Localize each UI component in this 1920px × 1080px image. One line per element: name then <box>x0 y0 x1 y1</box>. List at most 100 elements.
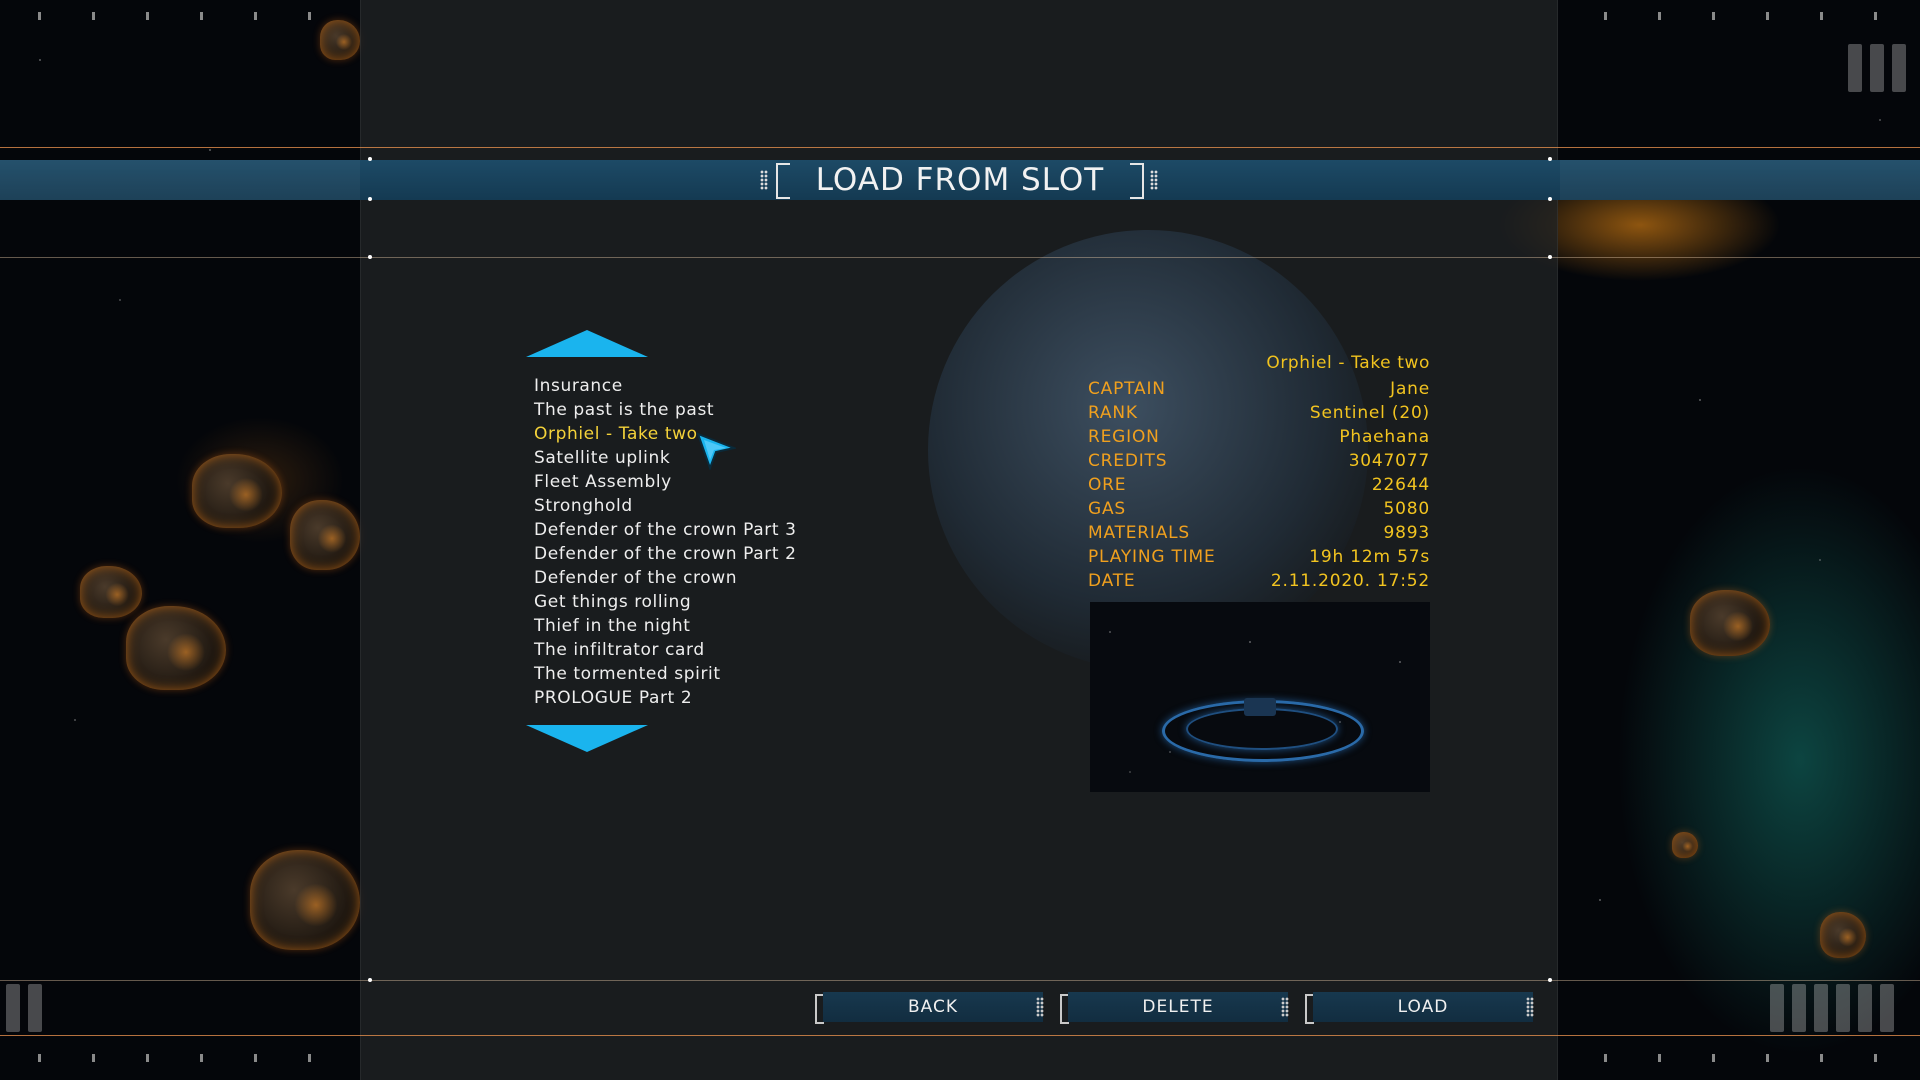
scroll-down-icon[interactable] <box>526 725 648 752</box>
save-slot[interactable]: Thief in the night <box>534 614 797 638</box>
tick-mark <box>200 12 203 20</box>
tick-mark <box>1658 1054 1661 1062</box>
detail-label: CAPTAIN <box>1088 379 1166 399</box>
corner-marker <box>1548 978 1552 982</box>
tick-mark <box>1820 1054 1823 1062</box>
side-bars-top-right <box>1848 44 1906 92</box>
tick-mark <box>38 1054 41 1062</box>
tick-mark <box>92 12 95 20</box>
save-slot[interactable]: Defender of the crown Part 2 <box>534 542 797 566</box>
asteroid <box>320 20 360 60</box>
save-slot[interactable]: Get things rolling <box>534 590 797 614</box>
tick-mark <box>1874 12 1877 20</box>
asteroid <box>1672 832 1698 858</box>
divider-line <box>0 1035 1920 1036</box>
tick-mark <box>92 1054 95 1062</box>
detail-label: RANK <box>1088 403 1138 423</box>
detail-label: GAS <box>1088 499 1126 519</box>
button-grip <box>1526 997 1534 1017</box>
side-bars-bottom-left <box>6 984 42 1032</box>
asteroid <box>290 500 360 570</box>
detail-value: 3047077 <box>1348 451 1430 471</box>
detail-row: GAS 5080 <box>1088 497 1430 521</box>
tick-mark <box>1766 1054 1769 1062</box>
station-core <box>1244 698 1276 716</box>
back-button[interactable]: BACK <box>823 992 1043 1022</box>
tick-mark <box>308 12 311 20</box>
detail-label: DATE <box>1088 571 1136 591</box>
detail-value: 2.11.2020. 17:52 <box>1270 571 1430 591</box>
tick-mark <box>1874 1054 1877 1062</box>
tick-mark <box>200 1054 203 1062</box>
detail-value: Jane <box>1390 379 1430 399</box>
save-slot[interactable]: Stronghold <box>534 494 797 518</box>
detail-value: Phaehana <box>1339 427 1430 447</box>
detail-value: 5080 <box>1383 499 1430 519</box>
save-slot[interactable]: The tormented spirit <box>534 662 797 686</box>
save-slot[interactable]: Insurance <box>534 374 797 398</box>
tick-mark <box>254 1054 257 1062</box>
button-grip <box>1281 997 1289 1017</box>
selected-save-name: Orphiel - Take two <box>1266 353 1430 373</box>
detail-row: MATERIALS 9893 <box>1088 521 1430 545</box>
save-details: CAPTAIN Jane RANK Sentinel (20) REGION Phaeha… <box>1088 377 1430 593</box>
save-slot[interactable]: Fleet Assembly <box>534 470 797 494</box>
title-bracket-right <box>1130 163 1144 199</box>
side-bars-bottom-right <box>1770 984 1894 1032</box>
save-slot[interactable]: Satellite uplink <box>534 446 797 470</box>
page-title: LOAD FROM SLOT <box>815 162 1105 198</box>
save-slot[interactable]: Defender of the crown <box>534 566 797 590</box>
save-slot[interactable]: PROLOGUE Part 2 <box>534 686 797 710</box>
detail-row: CAPTAIN Jane <box>1088 377 1430 401</box>
tick-mark <box>1658 12 1661 20</box>
divider-line <box>0 257 1920 258</box>
tick-mark <box>146 12 149 20</box>
detail-label: MATERIALS <box>1088 523 1191 543</box>
mouse-cursor-icon <box>696 432 736 470</box>
detail-label: REGION <box>1088 427 1160 447</box>
asteroid <box>80 566 142 618</box>
detail-row: CREDITS 3047077 <box>1088 449 1430 473</box>
corner-marker <box>368 978 372 982</box>
save-slot[interactable]: Defender of the crown Part 3 <box>534 518 797 542</box>
save-slot[interactable]: The past is the past <box>534 398 797 422</box>
save-thumbnail <box>1090 602 1430 792</box>
detail-row: REGION Phaehana <box>1088 425 1430 449</box>
tick-mark <box>1604 1054 1607 1062</box>
detail-label: CREDITS <box>1088 451 1168 471</box>
tick-mark <box>38 12 41 20</box>
tick-mark <box>1766 12 1769 20</box>
scroll-up-icon[interactable] <box>526 330 648 357</box>
tick-mark <box>254 12 257 20</box>
detail-row: RANK Sentinel (20) <box>1088 401 1430 425</box>
detail-value: Sentinel (20) <box>1309 403 1430 423</box>
corner-marker <box>1548 255 1552 259</box>
tick-mark <box>308 1054 311 1062</box>
detail-label: PLAYING TIME <box>1088 547 1216 567</box>
tick-mark <box>1820 12 1823 20</box>
detail-row: DATE 2.11.2020. 17:52 <box>1088 569 1430 593</box>
delete-button[interactable]: DELETE <box>1068 992 1288 1022</box>
button-grip <box>1036 997 1044 1017</box>
detail-value: 19h 12m 57s <box>1309 547 1430 567</box>
detail-value: 22644 <box>1371 475 1430 495</box>
tick-mark <box>1604 12 1607 20</box>
detail-label: ORE <box>1088 475 1127 495</box>
asteroid <box>1820 912 1866 958</box>
detail-value: 9893 <box>1383 523 1430 543</box>
asteroid <box>1690 590 1770 656</box>
save-slot[interactable]: The infiltrator card <box>534 638 797 662</box>
corner-marker <box>368 255 372 259</box>
divider-line <box>0 980 1920 981</box>
divider-line <box>0 147 1920 148</box>
asteroid <box>250 850 360 950</box>
detail-row: ORE 22644 <box>1088 473 1430 497</box>
load-button[interactable]: LOAD <box>1313 992 1533 1022</box>
save-slot-selected[interactable]: Orphiel - Take two <box>534 422 797 446</box>
tick-mark <box>1712 12 1715 20</box>
asteroid <box>192 454 282 528</box>
save-slot-list: Insurance The past is the past Orphiel - T… <box>534 374 797 710</box>
asteroid <box>126 606 226 690</box>
title-grip-right <box>1150 170 1158 190</box>
tick-mark <box>1712 1054 1715 1062</box>
